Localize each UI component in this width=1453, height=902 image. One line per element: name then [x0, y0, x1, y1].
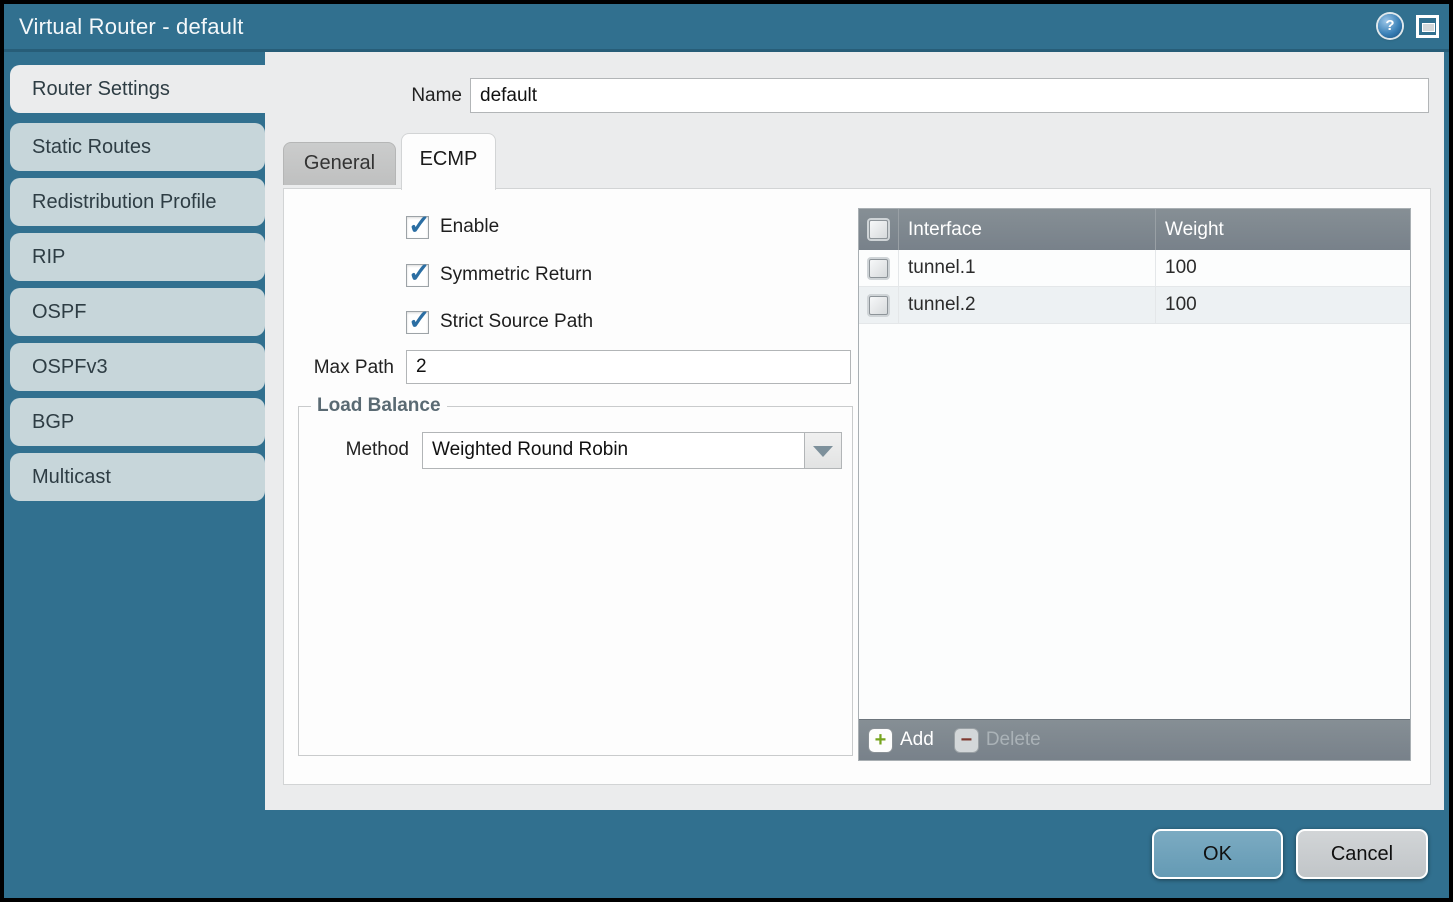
dialog-body: Virtual Router - default ? Router Settin…: [4, 4, 1449, 898]
weight-cell: 100: [1156, 294, 1410, 316]
max-path-label: Max Path: [284, 357, 394, 379]
sidebar-item-rip[interactable]: RIP: [10, 233, 265, 281]
name-input[interactable]: [470, 78, 1429, 113]
strict-source-path-label: Strict Source Path: [440, 311, 593, 333]
sidebar-item-static-routes[interactable]: Static Routes: [10, 123, 265, 171]
max-path-input[interactable]: [406, 350, 851, 384]
tab-general[interactable]: General: [283, 142, 396, 185]
method-dropdown[interactable]: Weighted Round Robin: [422, 432, 842, 469]
sidebar-item-multicast[interactable]: Multicast: [10, 453, 265, 501]
cancel-button[interactable]: Cancel: [1296, 829, 1428, 879]
table-row[interactable]: tunnel.2 100: [859, 287, 1410, 324]
help-icon[interactable]: ?: [1378, 14, 1402, 38]
header-checkbox-cell: [859, 209, 899, 250]
symmetric-return-row: ✓ Symmetric Return: [406, 263, 592, 287]
sidebar-item-router-settings[interactable]: Router Settings: [10, 65, 265, 113]
interface-cell: tunnel.2: [899, 287, 1156, 323]
title-bar: Virtual Router - default ?: [4, 4, 1449, 52]
strict-source-path-checkbox[interactable]: ✓: [406, 311, 429, 334]
check-icon: ✓: [408, 305, 431, 336]
table-footer: + Add − Delete: [859, 719, 1410, 760]
enable-label: Enable: [440, 216, 499, 238]
row-checkbox[interactable]: [869, 296, 888, 315]
check-icon: ✓: [408, 210, 431, 241]
tab-ecmp[interactable]: ECMP: [401, 133, 496, 190]
add-label: Add: [900, 729, 934, 751]
table-row[interactable]: tunnel.1 100: [859, 250, 1410, 287]
plus-icon: +: [868, 728, 893, 753]
name-label: Name: [355, 85, 462, 107]
sidebar-item-bgp[interactable]: BGP: [10, 398, 265, 446]
method-label: Method: [299, 439, 409, 461]
ok-button[interactable]: OK: [1152, 829, 1283, 879]
row-checkbox-cell: [859, 250, 899, 286]
load-balance-legend: Load Balance: [311, 395, 447, 417]
minus-icon: −: [954, 728, 979, 753]
symmetric-return-checkbox[interactable]: ✓: [406, 264, 429, 287]
weight-column-header: Weight: [1156, 209, 1410, 250]
add-button[interactable]: + Add: [868, 728, 934, 753]
window-restore-icon[interactable]: [1416, 15, 1439, 38]
table-header: Interface Weight: [859, 209, 1410, 250]
method-selected-value: Weighted Round Robin: [432, 439, 628, 461]
table-empty-area: [859, 324, 1410, 719]
enable-row: ✓ Enable: [406, 215, 499, 239]
virtual-router-dialog: Virtual Router - default ? Router Settin…: [0, 0, 1453, 902]
sidebar-item-ospfv3[interactable]: OSPFv3: [10, 343, 265, 391]
titlebar-icons: ?: [1378, 14, 1439, 38]
ecmp-tab-panel: ✓ Enable ✓ Symmetric Return ✓ Strict Sou…: [283, 188, 1431, 785]
select-all-checkbox[interactable]: [869, 220, 888, 239]
sidebar-item-ospf[interactable]: OSPF: [10, 288, 265, 336]
interface-column-header: Interface: [899, 209, 1156, 250]
row-checkbox-cell: [859, 287, 899, 323]
interface-cell: tunnel.1: [899, 250, 1156, 286]
enable-checkbox[interactable]: ✓: [406, 216, 429, 239]
dialog-title: Virtual Router - default: [19, 14, 244, 40]
chevron-down-icon[interactable]: [804, 433, 841, 468]
delete-button-disabled[interactable]: − Delete: [954, 728, 1041, 753]
row-checkbox[interactable]: [869, 259, 888, 278]
strict-source-path-row: ✓ Strict Source Path: [406, 310, 593, 334]
check-icon: ✓: [408, 258, 431, 289]
main-panel: Name General ECMP ✓ Enable ✓ Symmetric R…: [265, 52, 1444, 810]
weight-cell: 100: [1156, 257, 1410, 279]
load-balance-fieldset: Load Balance Method Weighted Round Robin: [298, 406, 853, 756]
symmetric-return-label: Symmetric Return: [440, 264, 592, 286]
delete-label: Delete: [986, 729, 1041, 751]
interface-table: Interface Weight tunnel.1 100 tunnel.2 1…: [858, 208, 1411, 761]
sidebar-item-redistribution-profile[interactable]: Redistribution Profile: [10, 178, 265, 226]
